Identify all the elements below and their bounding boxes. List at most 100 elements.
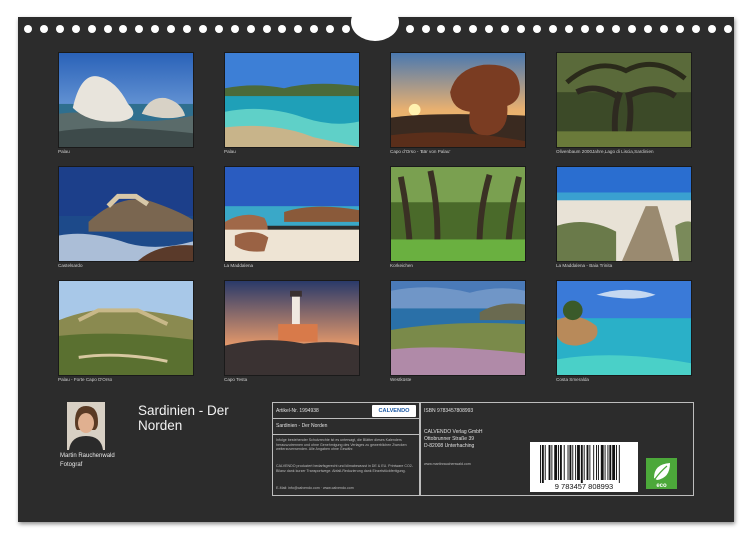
barcode-bar	[544, 445, 546, 480]
divider	[272, 418, 420, 419]
binding-hole	[437, 25, 446, 33]
barcode-bar	[612, 445, 616, 480]
binding-hole	[421, 25, 430, 33]
photo-caption: Westküste	[390, 377, 412, 382]
author-portrait	[67, 402, 105, 450]
barcode-bar	[548, 445, 551, 480]
hanger-notch	[351, 3, 399, 41]
binding-hole	[532, 25, 541, 33]
binding-hole	[183, 25, 191, 33]
publisher-city: D-82008 Unterhaching	[424, 443, 475, 449]
photo-la-maddalena-beach	[224, 166, 360, 262]
barcode-bar	[593, 445, 595, 480]
barcode-bar	[596, 445, 597, 480]
binding-hole	[723, 25, 732, 33]
photo-palau-rocks	[58, 52, 194, 148]
spiral-binding	[18, 3, 734, 41]
calvendo-logo: CALVENDO	[372, 405, 416, 417]
binding-hole	[660, 25, 668, 33]
barcode-bar	[580, 445, 583, 483]
production-notice: CALVENDO produziert bedarfsgerecht und k…	[276, 464, 413, 473]
binding-hole	[278, 25, 287, 33]
binding-hole	[103, 25, 112, 33]
binding-hole	[214, 25, 223, 33]
title-small: Sardinien - Der Norden	[276, 423, 328, 429]
eco-text: eco	[656, 483, 667, 489]
binding-hole	[230, 25, 239, 33]
barcode-bar	[540, 445, 541, 483]
binding-hole	[55, 25, 64, 33]
binding-hole	[246, 25, 255, 33]
barcode-bar	[575, 445, 577, 480]
barcode-bar	[586, 445, 589, 480]
publisher-name: CALVENDO Verlag GmbH	[424, 429, 483, 435]
binding-hole	[485, 25, 494, 33]
binding-hole	[469, 25, 478, 33]
ean-barcode: 9 783457 808993	[530, 442, 638, 492]
binding-hole	[596, 25, 605, 33]
barcode-bar	[583, 445, 585, 480]
legal-notice: Infolge bestehender Schutzrechte ist es …	[276, 438, 407, 452]
barcode-bar	[558, 445, 559, 480]
barcode-bar	[577, 445, 580, 480]
binding-hole	[24, 25, 32, 33]
binding-hole	[294, 25, 303, 33]
barcode-bar	[618, 445, 620, 483]
photo-capo-dorso-sunset	[390, 52, 526, 148]
photo-cork-oaks	[390, 166, 526, 262]
binding-hole	[262, 25, 271, 33]
photo-olive-tree	[556, 52, 692, 148]
isbn: ISBN 9783457808993	[424, 408, 474, 414]
barcode-bar	[559, 445, 562, 480]
binding-hole	[691, 25, 700, 33]
photo-caption: La Maddalena - Baia Trinita	[556, 263, 613, 268]
binding-hole	[310, 25, 319, 33]
photo-caption: Capo d'Orso - 'Bär von Palau'	[390, 149, 451, 154]
binding-hole	[71, 25, 80, 33]
barcode-bar	[569, 445, 572, 480]
photo-west-coast	[390, 280, 526, 376]
binding-hole	[405, 25, 414, 33]
barcode-number: 9 783457 808993	[555, 482, 613, 491]
binding-hole	[580, 25, 589, 33]
binding-hole	[564, 25, 573, 33]
binding-hole	[501, 25, 509, 33]
binding-hole	[516, 25, 525, 33]
barcode-bar	[572, 445, 574, 480]
binding-hole	[612, 25, 621, 33]
photo-forte-capo-dorso	[58, 280, 194, 376]
binding-hole	[548, 25, 557, 33]
barcode-bar	[551, 445, 553, 480]
barcode-bar	[597, 445, 599, 480]
photo-palau-lagoon	[224, 52, 360, 148]
photo-costa-smeralda	[556, 280, 692, 376]
binding-hole	[87, 25, 96, 33]
photo-caption: Palau - Forte Capo D'Orso	[58, 377, 113, 382]
binding-hole	[326, 25, 335, 33]
binding-hole	[644, 25, 653, 33]
binding-hole	[135, 25, 144, 33]
barcode-bar	[600, 445, 604, 480]
photo-baia-trinita	[556, 166, 692, 262]
photo-castelsardo	[58, 166, 194, 262]
binding-hole	[342, 25, 350, 33]
binding-hole	[453, 25, 462, 33]
binding-hole	[39, 25, 48, 33]
binding-hole	[151, 25, 160, 33]
binding-hole	[628, 25, 637, 33]
calendar-title: Sardinien - Der Norden	[138, 403, 229, 433]
binding-hole	[198, 25, 207, 33]
barcode-bar	[609, 445, 612, 480]
barcode-bar	[616, 445, 617, 480]
eco-label: eco	[646, 458, 677, 489]
binding-hole	[675, 25, 684, 33]
binding-hole	[707, 25, 716, 33]
binding-hole	[167, 25, 176, 33]
photo-caption: Costa Smeralda	[556, 377, 589, 382]
divider	[272, 434, 420, 435]
photo-caption: Olivenbaum 2000Jahre,Lago di Liscia,Sard…	[556, 149, 654, 154]
barcode-bar	[554, 445, 558, 480]
photo-caption: La Maddalena	[224, 263, 254, 268]
photo-caption: Palau	[224, 149, 236, 154]
photo-caption: Capo Testa	[224, 377, 248, 382]
